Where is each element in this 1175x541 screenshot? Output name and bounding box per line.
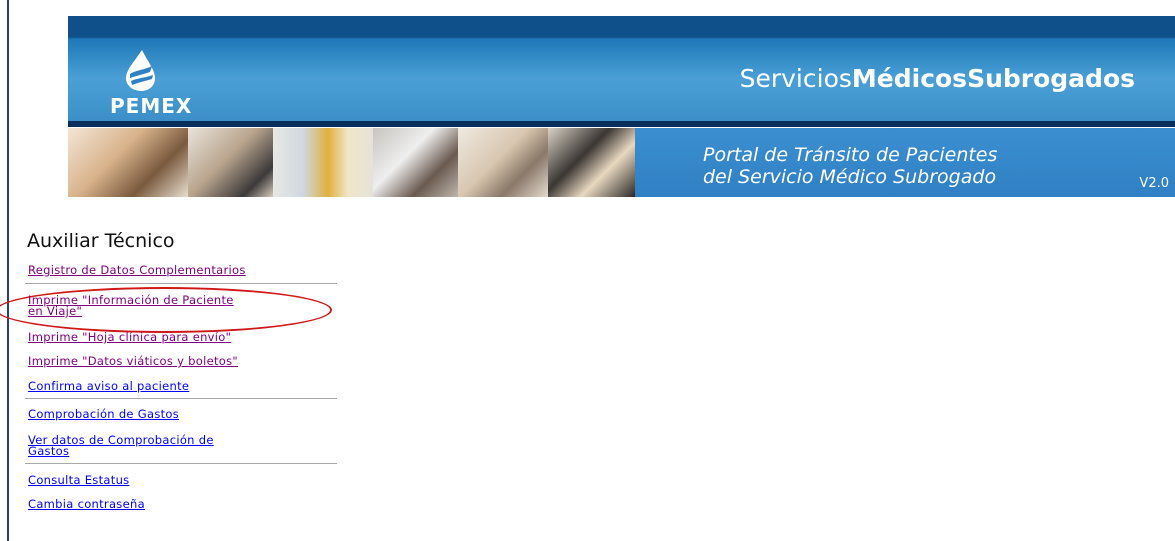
menu-link-imprime-informacion-paciente[interactable]: Imprime "Información de Paciente en Viaj… (28, 294, 234, 318)
site-title-part3: Subrogados (967, 64, 1135, 93)
menu-link-line: Gastos (28, 444, 70, 458)
photo-handshake (548, 128, 635, 197)
menu-link-line: en Viaje" (28, 304, 83, 318)
portal-line-1: Portal de Tránsito de Pacientes (703, 144, 998, 166)
menu-title: Auxiliar Técnico (27, 230, 175, 252)
pemex-logo: PEMEX (110, 48, 200, 118)
portal-title-box: Portal de Tránsito de Pacientes del Serv… (635, 128, 1175, 197)
portal-subtitle: Portal de Tránsito de Pacientes del Serv… (703, 144, 997, 188)
left-border-rule (7, 0, 9, 541)
photo-doctor-clinic (373, 128, 458, 197)
menu-link-consulta-estatus[interactable]: Consulta Estatus (28, 474, 129, 486)
header-banner: PEMEX ServiciosMédicosSubrogados Portal … (68, 16, 1175, 197)
photo-patient-bed (458, 128, 548, 197)
photo-doctor-stethoscope (188, 128, 273, 197)
photo-medicine-bottles (273, 128, 373, 197)
menu-link-comprobacion-gastos[interactable]: Comprobación de Gastos (28, 408, 179, 420)
photo-family (68, 128, 188, 197)
pemex-drop-icon (126, 50, 155, 91)
photo-strip (68, 128, 635, 197)
menu-link-imprime-datos-viaticos[interactable]: Imprime "Datos viáticos y boletos" (28, 355, 238, 367)
site-title-part1: Servicios (739, 64, 852, 93)
logo-text: PEMEX (110, 94, 193, 118)
menu-link-imprime-hoja-clinica[interactable]: Imprime "Hoja clínica para envío" (28, 331, 231, 343)
menu-link-confirma-aviso[interactable]: Confirma aviso al paciente (28, 380, 189, 392)
site-title: ServiciosMédicosSubrogados (740, 64, 1135, 93)
menu-link-registro-datos[interactable]: Registro de Datos Complementarios (28, 264, 246, 276)
menu-separator (25, 283, 337, 284)
menu-separator (25, 398, 337, 399)
version-label: V2.0 (1139, 176, 1169, 191)
portal-line-2: del Servicio Médico Subrogado (703, 166, 997, 188)
menu-link-ver-datos-comprobacion[interactable]: Ver datos de Comprobación de Gastos (28, 434, 214, 458)
site-title-part2: Médicos (851, 64, 968, 93)
menu-link-cambia-contrasena[interactable]: Cambia contraseña (28, 498, 145, 510)
menu-separator (25, 463, 337, 464)
